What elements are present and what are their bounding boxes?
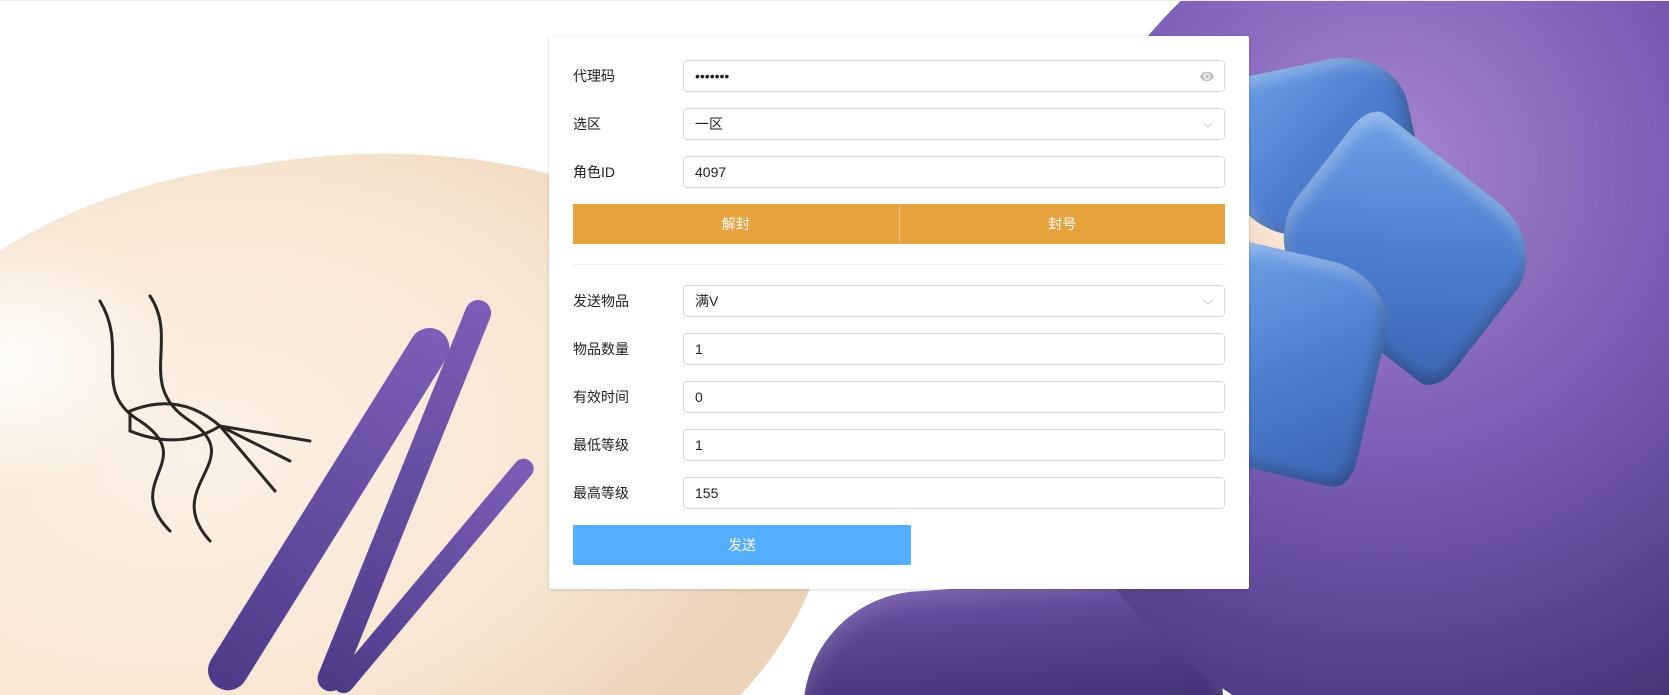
- row-min-level: 最低等级: [573, 429, 1225, 461]
- max-level-input[interactable]: [683, 477, 1225, 509]
- send-item-select[interactable]: 满V: [683, 285, 1225, 317]
- label-max-level: 最高等级: [573, 483, 683, 503]
- row-role-id: 角色ID: [573, 156, 1225, 188]
- label-proxy-code: 代理码: [573, 66, 683, 86]
- row-send-item: 发送物品 满V: [573, 285, 1225, 317]
- label-valid-time: 有效时间: [573, 387, 683, 407]
- label-item-qty: 物品数量: [573, 339, 683, 359]
- page-root: 代理码 选区 一区 角色ID: [0, 0, 1669, 695]
- row-zone: 选区 一区: [573, 108, 1225, 140]
- section-divider: [573, 264, 1225, 265]
- ban-button[interactable]: 封号: [899, 204, 1226, 244]
- zone-select[interactable]: 一区: [683, 108, 1225, 140]
- ban-button-row: 解封 封号: [573, 204, 1225, 244]
- send-button-row: 发送: [573, 525, 1225, 565]
- unban-button[interactable]: 解封: [573, 204, 899, 244]
- row-item-qty: 物品数量: [573, 333, 1225, 365]
- eye-icon[interactable]: [1199, 68, 1215, 84]
- admin-form-card: 代理码 选区 一区 角色ID: [549, 36, 1249, 589]
- item-qty-input[interactable]: [683, 333, 1225, 365]
- row-proxy-code: 代理码: [573, 60, 1225, 92]
- label-min-level: 最低等级: [573, 435, 683, 455]
- proxy-code-input[interactable]: [683, 60, 1225, 92]
- min-level-input[interactable]: [683, 429, 1225, 461]
- label-role-id: 角色ID: [573, 162, 683, 182]
- row-valid-time: 有效时间: [573, 381, 1225, 413]
- send-button[interactable]: 发送: [573, 525, 911, 565]
- label-send-item: 发送物品: [573, 291, 683, 311]
- row-max-level: 最高等级: [573, 477, 1225, 509]
- label-zone: 选区: [573, 114, 683, 134]
- role-id-input[interactable]: [683, 156, 1225, 188]
- valid-time-input[interactable]: [683, 381, 1225, 413]
